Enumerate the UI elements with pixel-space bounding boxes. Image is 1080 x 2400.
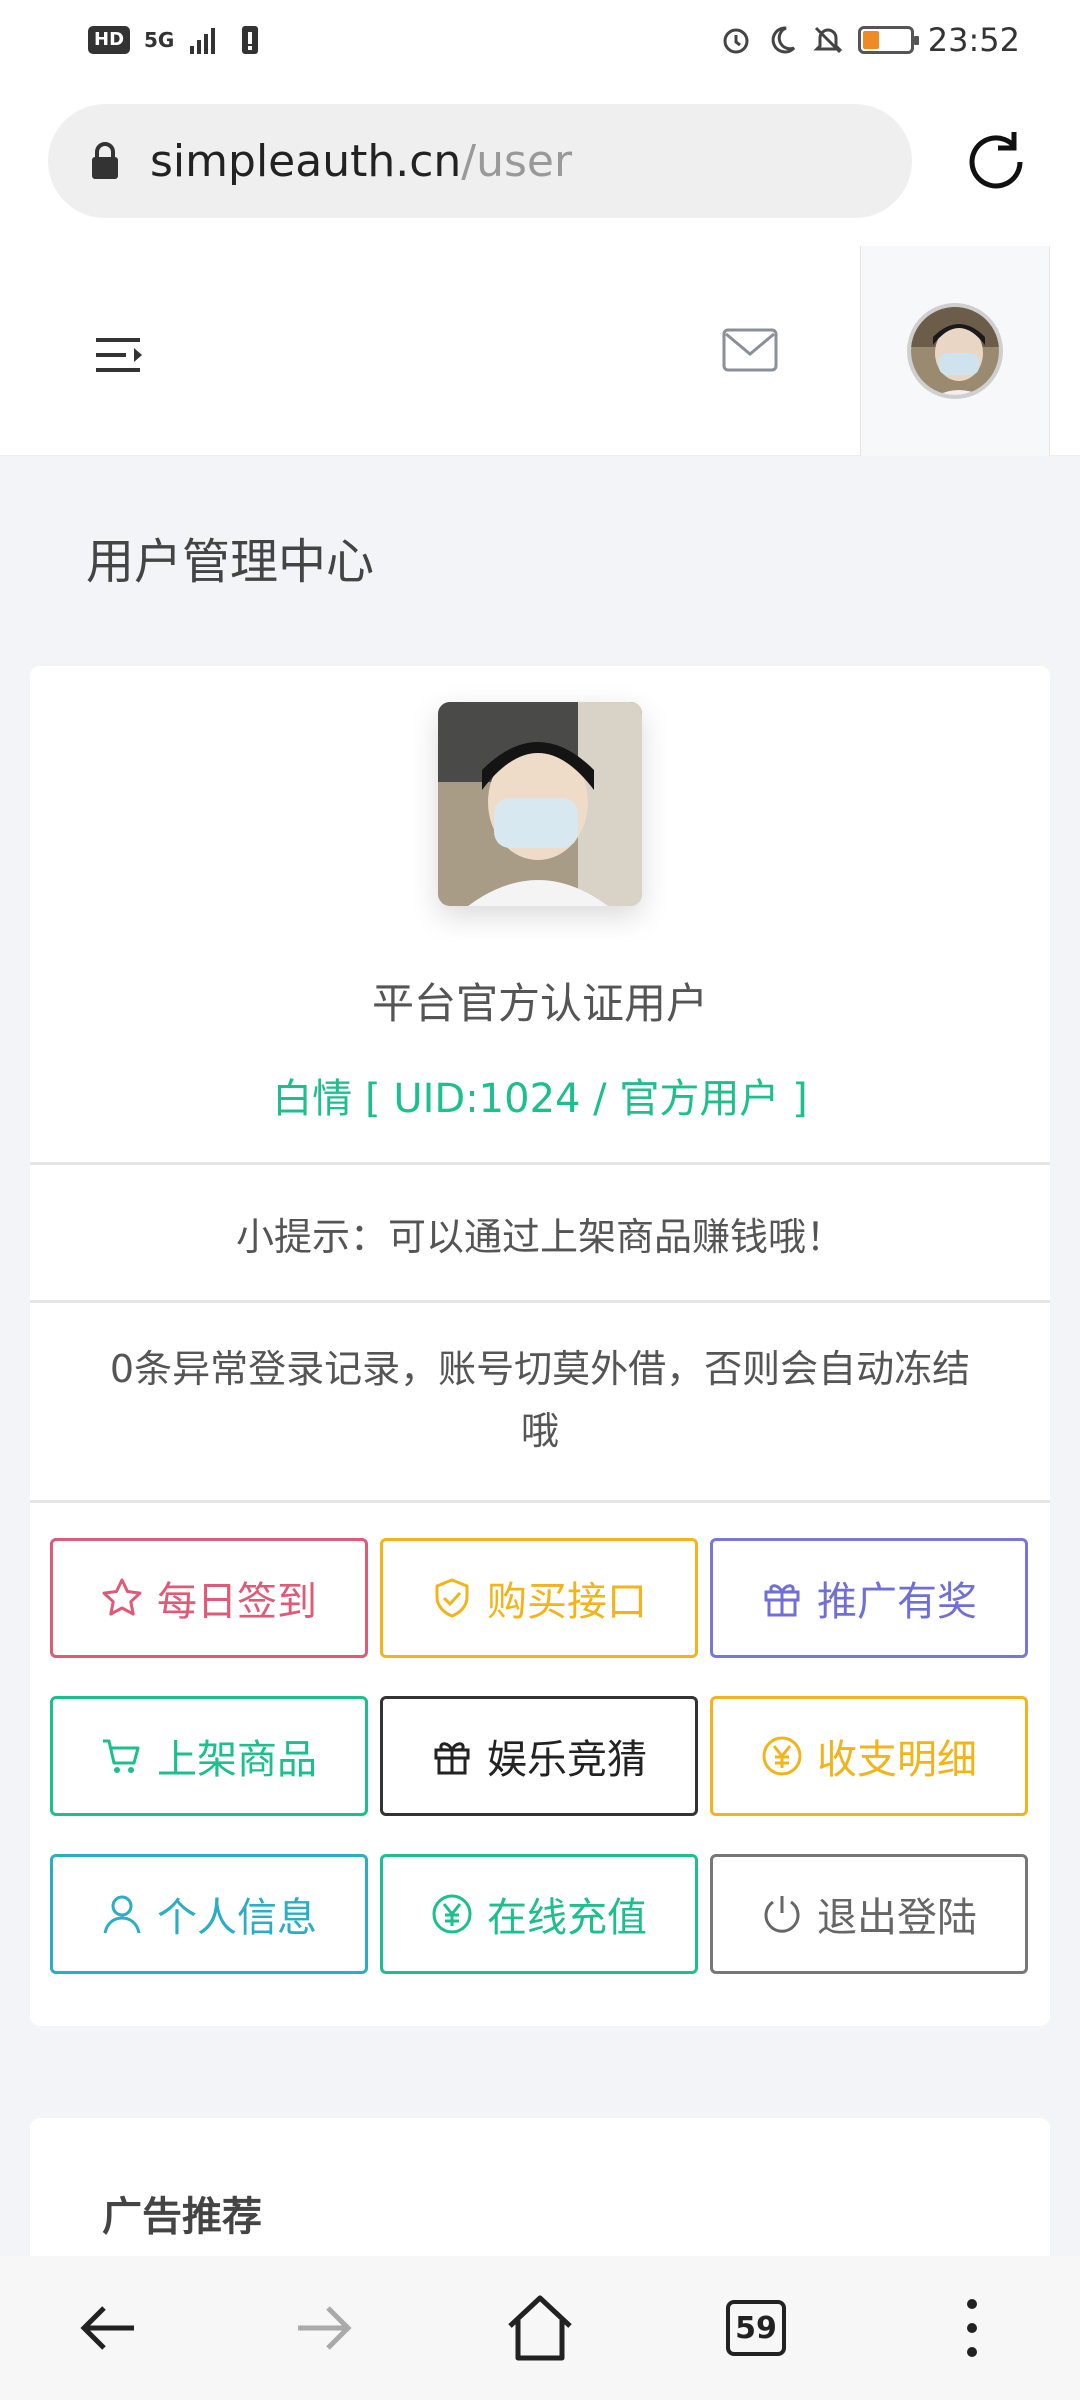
tabs-icon: 59	[726, 2300, 786, 2356]
avatar	[907, 303, 1003, 399]
entertainment-quiz-button[interactable]: 娱乐竞猜	[380, 1696, 698, 1816]
profile-photo	[438, 702, 642, 906]
user-card: 平台官方认证用户 白情 [ UID:1024 / 官方用户 ] 小提示：可以通过…	[30, 666, 1050, 2026]
daily-checkin-button[interactable]: 每日签到	[50, 1538, 368, 1658]
login-warning: 0条异常登录记录，账号切莫外借，否则会自动冻结哦	[109, 1347, 971, 1453]
home-button[interactable]	[480, 2278, 600, 2378]
user-identity: 白情 [ UID:1024 / 官方用户 ]	[272, 1076, 808, 1122]
network-label: 5G	[144, 28, 175, 52]
button-label: 在线充值	[487, 1895, 647, 1941]
button-label: 购买接口	[487, 1579, 647, 1625]
star-icon	[102, 1578, 142, 1616]
yen-circle-icon	[432, 1894, 472, 1934]
action-grid: 每日签到 购买接口 推广有奖 上架商品 娱乐竞猜 收支明细 个人信息 在线充值	[50, 1538, 1030, 1974]
button-label: 个人信息	[157, 1895, 317, 1941]
more-icon	[967, 2299, 977, 2357]
button-label: 上架商品	[157, 1737, 317, 1783]
transaction-details-button[interactable]: 收支明细	[710, 1696, 1028, 1816]
url-host: simpleauth.cn	[150, 135, 462, 187]
forward-icon	[298, 2306, 352, 2350]
divider	[30, 1300, 1050, 1303]
personal-info-button[interactable]: 个人信息	[50, 1854, 368, 1974]
moon-icon	[771, 26, 795, 54]
status-bar: HD 5G 23:52	[0, 0, 1080, 80]
hd-badge: HD	[88, 26, 131, 54]
divider	[30, 1500, 1050, 1503]
clock: 23:52	[927, 21, 1020, 59]
battery-icon	[857, 26, 919, 54]
user-icon	[103, 1895, 141, 1934]
browser-toolbar: simpleauth.cn/user	[0, 80, 1080, 246]
mute-bell-icon	[813, 26, 843, 54]
status-left: HD 5G	[88, 24, 266, 56]
ad-title: 广告推荐	[102, 2194, 262, 2240]
menu-icon[interactable]	[96, 334, 144, 376]
tip-text: 小提示：可以通过上架商品赚钱哦！	[235, 1215, 844, 1259]
power-icon	[764, 1896, 800, 1933]
mail-icon[interactable]	[722, 328, 778, 372]
avatar-button[interactable]	[860, 246, 1050, 456]
forward-button[interactable]	[264, 2278, 384, 2378]
user-verified-title: 平台官方认证用户	[371, 979, 708, 1028]
cart-icon	[103, 1739, 140, 1773]
button-label: 娱乐竞猜	[487, 1737, 647, 1783]
lock-icon	[92, 142, 118, 179]
gift-icon	[764, 1584, 800, 1617]
yen-circle-icon	[762, 1736, 802, 1776]
reload-icon[interactable]	[958, 124, 1034, 200]
button-label: 推广有奖	[817, 1579, 977, 1625]
gift-icon	[434, 1742, 470, 1775]
page-title: 用户管理中心	[86, 534, 375, 590]
home-icon	[508, 2295, 572, 2361]
alarm-icon	[723, 28, 749, 54]
browser-bottom-nav: 59	[0, 2256, 1080, 2400]
tabs-button[interactable]: 59	[696, 2278, 816, 2378]
signal-icon	[190, 28, 216, 54]
buy-api-button[interactable]: 购买接口	[380, 1538, 698, 1658]
alert-icon	[242, 26, 259, 54]
logout-button[interactable]: 退出登陆	[710, 1854, 1028, 1974]
online-recharge-button[interactable]: 在线充值	[380, 1854, 698, 1974]
url-path: /user	[461, 135, 573, 187]
back-icon	[80, 2306, 134, 2350]
back-button[interactable]	[48, 2278, 168, 2378]
site-header	[0, 246, 1080, 456]
more-button[interactable]	[912, 2278, 1032, 2378]
button-label: 退出登陆	[817, 1895, 977, 1941]
status-right: 23:52	[720, 21, 1020, 59]
divider	[30, 1162, 1050, 1165]
address-bar[interactable]: simpleauth.cn/user	[48, 104, 912, 218]
referral-reward-button[interactable]: 推广有奖	[710, 1538, 1028, 1658]
button-label: 每日签到	[157, 1579, 317, 1625]
list-product-button[interactable]: 上架商品	[50, 1696, 368, 1816]
button-label: 收支明细	[817, 1737, 977, 1783]
shield-check-icon	[435, 1578, 469, 1618]
